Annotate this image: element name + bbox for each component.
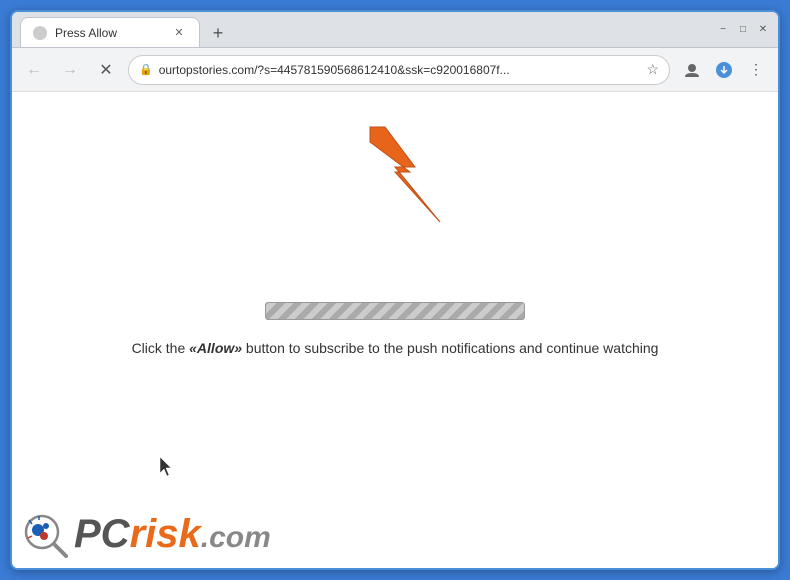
tab-favicon <box>33 26 47 40</box>
forward-button[interactable]: → <box>56 56 84 84</box>
url-text: ourtopstories.com/?s=445781590568612410&… <box>159 63 641 77</box>
address-bar[interactable]: 🔒 ourtopstories.com/?s=44578159056861241… <box>128 55 670 85</box>
dotcom-text: .com <box>201 521 271 555</box>
allow-keyword: «Allow» <box>189 340 242 356</box>
page-content: Click the «Allow» button to subscribe to… <box>12 92 778 568</box>
tab-close-button[interactable]: ✕ <box>171 25 187 41</box>
menu-button[interactable]: ⋮ <box>742 56 770 84</box>
instructions-text: Click the «Allow» button to subscribe to… <box>132 338 659 359</box>
pcrisk-icon <box>22 510 70 558</box>
lock-icon: 🔒 <box>139 63 153 76</box>
window-close-button[interactable]: ✕ <box>756 23 770 37</box>
pcrisk-logo: PCrisk.com <box>22 510 271 558</box>
reload-stop-button[interactable]: ✕ <box>92 56 120 84</box>
maximize-button[interactable]: □ <box>736 23 750 37</box>
bookmark-star-icon[interactable]: ☆ <box>646 61 659 78</box>
browser-window: Press Allow ✕ + − □ ✕ ← → ✕ 🔒 ourtopstor… <box>10 10 780 570</box>
profile-button[interactable] <box>678 56 706 84</box>
risk-text: risk <box>130 512 201 557</box>
minimize-button[interactable]: − <box>716 23 730 37</box>
window-controls: − □ ✕ <box>716 23 770 37</box>
toolbar: ← → ✕ 🔒 ourtopstories.com/?s=44578159056… <box>12 48 778 92</box>
mouse-cursor <box>160 457 174 482</box>
arrow-indicator <box>365 122 465 247</box>
tab-area: Press Allow ✕ + <box>20 12 704 47</box>
pc-text: PC <box>74 512 130 557</box>
new-tab-button[interactable]: + <box>204 19 232 47</box>
progress-bar <box>265 302 525 320</box>
back-button[interactable]: ← <box>20 56 48 84</box>
active-tab[interactable]: Press Allow ✕ <box>20 17 200 47</box>
title-bar: Press Allow ✕ + − □ ✕ <box>12 12 778 48</box>
tab-title: Press Allow <box>55 26 163 40</box>
pcrisk-text-container: PCrisk.com <box>74 512 271 557</box>
download-icon[interactable] <box>710 56 738 84</box>
toolbar-icons: ⋮ <box>678 56 770 84</box>
